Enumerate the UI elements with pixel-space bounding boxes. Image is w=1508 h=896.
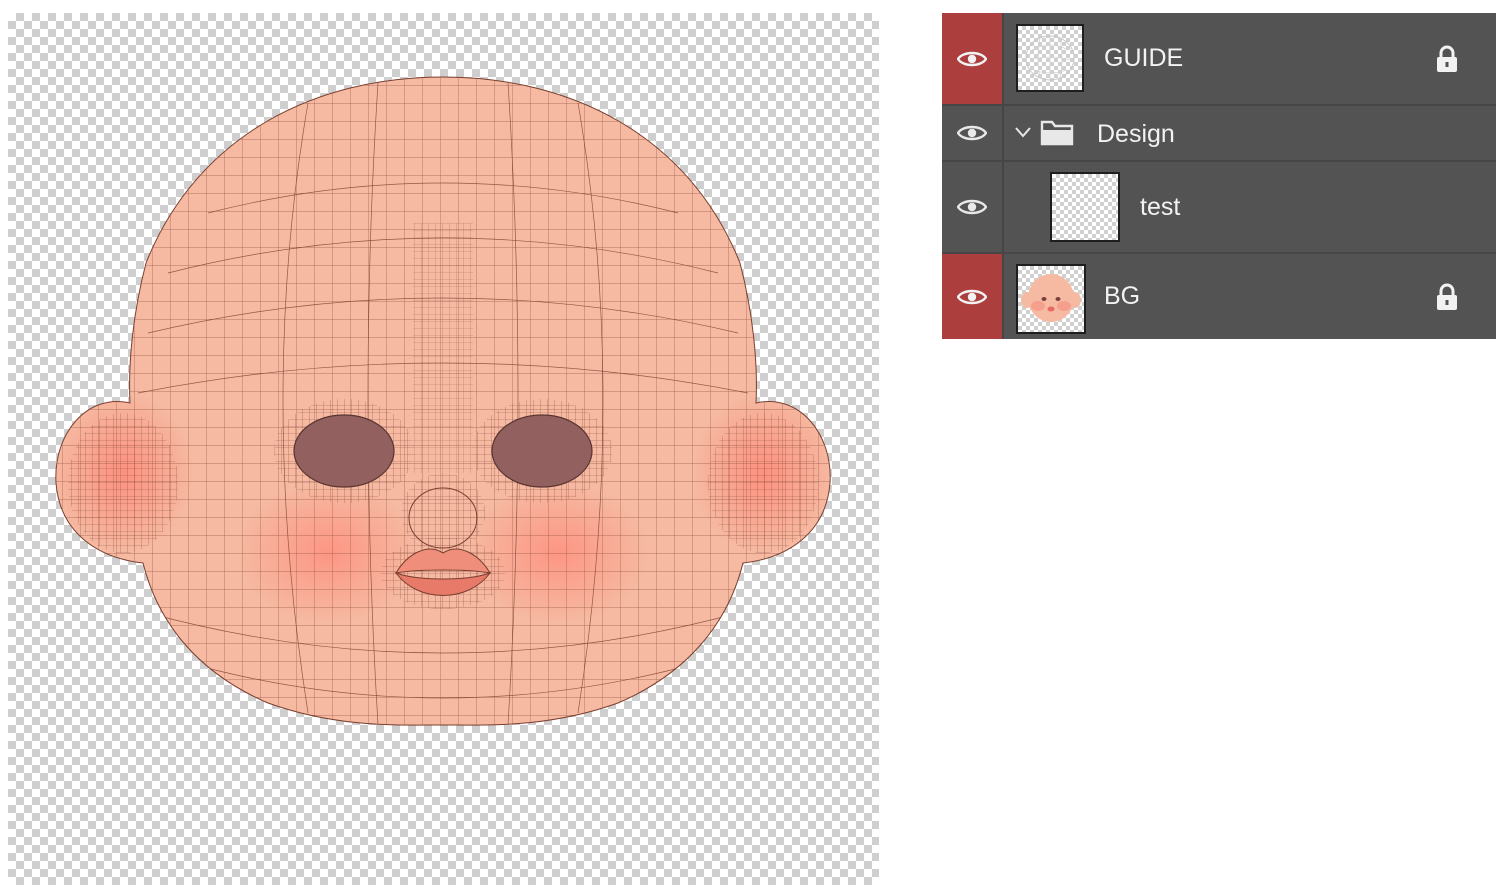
layer-name[interactable]: BG <box>1104 281 1140 311</box>
layer-thumbnail[interactable] <box>1016 264 1086 334</box>
face-thumbnail <box>1021 274 1081 322</box>
folder-icon <box>1040 120 1074 146</box>
layer-visibility-toggle[interactable] <box>942 13 1004 104</box>
right-eye-hole <box>491 414 593 488</box>
layer-row-guide[interactable]: GUIDE <box>942 13 1496 106</box>
layer-name[interactable]: test <box>1140 192 1180 222</box>
eye-icon <box>957 199 987 215</box>
transparent-thumbnail[interactable] <box>1050 172 1120 242</box>
guide-sketch-thumbnail <box>1025 35 1075 81</box>
layer-visibility-toggle[interactable] <box>942 106 1004 160</box>
left-eye-hole <box>293 414 395 488</box>
lock-icon[interactable] <box>1434 44 1460 74</box>
eye-icon <box>957 289 987 304</box>
lock-icon[interactable] <box>1434 282 1460 312</box>
layer-visibility-toggle[interactable] <box>942 254 1004 339</box>
layers-panel: GUIDE Design test BG <box>942 13 1496 339</box>
layer-name[interactable]: GUIDE <box>1104 43 1183 73</box>
layer-row-test[interactable]: test <box>942 162 1496 254</box>
layer-thumbnail[interactable] <box>1016 24 1084 92</box>
layer-visibility-toggle[interactable] <box>942 162 1004 252</box>
eye-icon <box>957 125 987 141</box>
document-canvas[interactable] <box>8 13 879 885</box>
uv-face-artwork <box>55 76 831 726</box>
chevron-down-icon[interactable] <box>1014 125 1032 139</box>
layer-row-bg[interactable]: BG <box>942 254 1496 339</box>
layer-row-design-group[interactable]: Design <box>942 106 1496 162</box>
eye-icon <box>957 51 987 66</box>
layer-name[interactable]: Design <box>1097 119 1175 149</box>
